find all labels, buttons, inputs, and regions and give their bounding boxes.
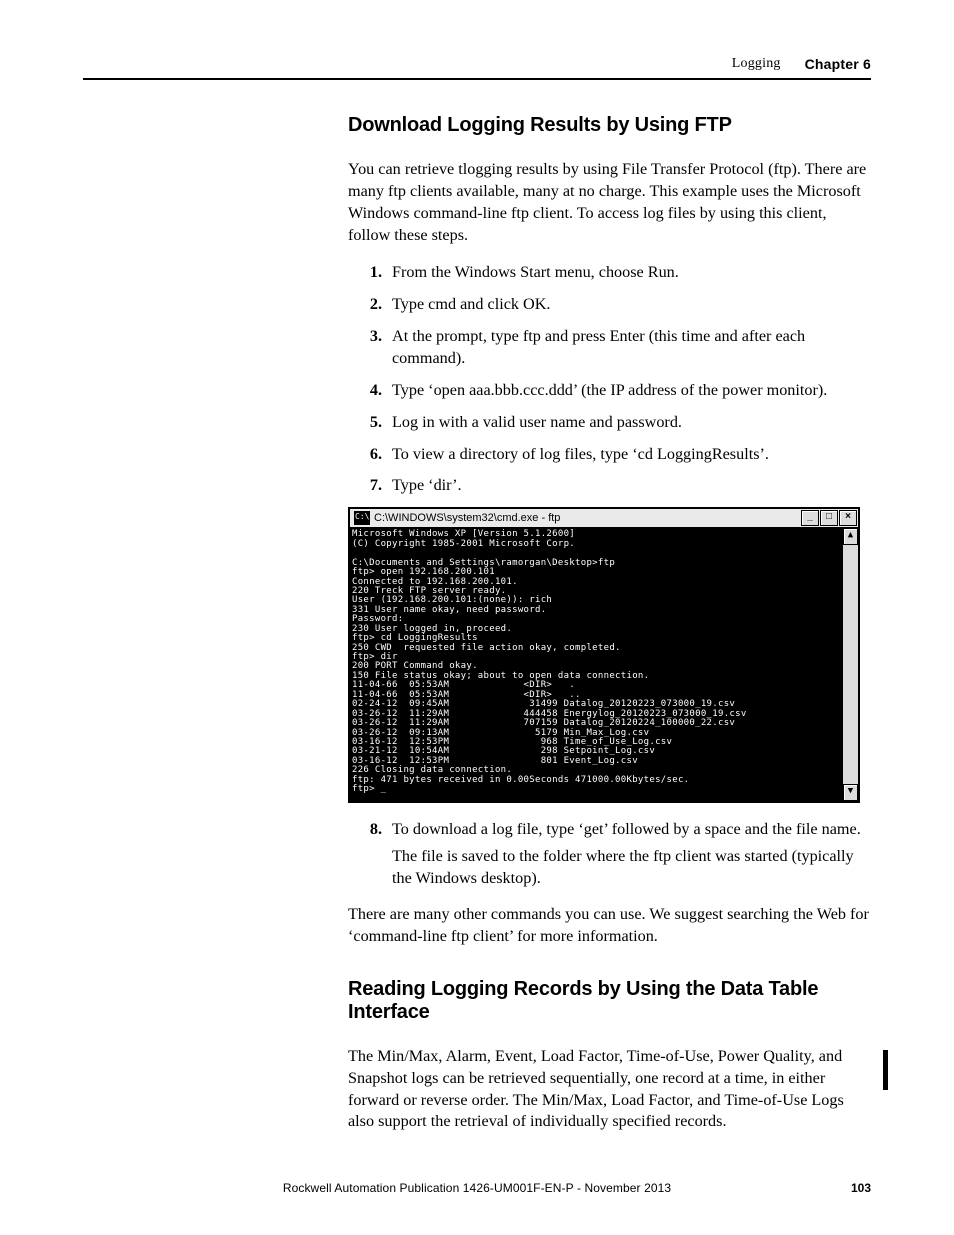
close-button[interactable]: ×	[839, 510, 857, 526]
section-title-datatable: Reading Logging Records by Using the Dat…	[348, 978, 870, 1024]
step-item: To view a directory of log files, type ‘…	[388, 444, 870, 466]
scroll-up-button[interactable]: ▲	[843, 528, 858, 545]
step-item: At the prompt, type ftp and press Enter …	[388, 326, 870, 370]
step-item: Type ‘open aaa.bbb.ccc.ddd’ (the IP addr…	[388, 380, 870, 402]
scroll-down-button[interactable]: ▼	[843, 784, 858, 801]
step8-text: To download a log file, type ‘get’ follo…	[392, 820, 861, 838]
section1-outro: There are many other commands you can us…	[348, 904, 870, 948]
cmd-output: Microsoft Windows XP [Version 5.1.2600] …	[350, 528, 858, 800]
window-controls: _ □ ×	[801, 510, 858, 526]
cmd-app-icon	[354, 511, 370, 525]
header-topic: Logging	[732, 56, 781, 72]
cmd-title: C:\WINDOWS\system32\cmd.exe - ftp	[374, 512, 560, 524]
step-item: Type cmd and click OK.	[388, 294, 870, 316]
publication-id: Rockwell Automation Publication 1426-UM0…	[283, 1181, 671, 1195]
section1-intro: You can retrieve tlogging results by usi…	[348, 159, 870, 246]
cmd-window: C:\WINDOWS\system32\cmd.exe - ftp _ □ × …	[348, 507, 860, 802]
running-header: Logging Chapter 6	[83, 56, 871, 80]
step-item: Type ‘dir’.	[388, 475, 870, 497]
step-item: From the Windows Start menu, choose Run.	[388, 262, 870, 284]
minimize-button[interactable]: _	[801, 510, 819, 526]
section2-body: The Min/Max, Alarm, Event, Load Factor, …	[348, 1046, 870, 1133]
section-title-ftp: Download Logging Results by Using FTP	[348, 114, 870, 137]
maximize-button[interactable]: □	[820, 510, 838, 526]
step-item: Log in with a valid user name and passwo…	[388, 412, 870, 434]
steps-list-b: To download a log file, type ‘get’ follo…	[388, 819, 870, 891]
page-number: 103	[851, 1181, 871, 1195]
cmd-scrollbar[interactable]: ▲ ▼	[842, 528, 858, 800]
header-chapter: Chapter 6	[805, 56, 871, 72]
cmd-titlebar: C:\WINDOWS\system32\cmd.exe - ftp _ □ ×	[350, 509, 858, 528]
steps-list-a: From the Windows Start menu, choose Run.…	[388, 262, 870, 497]
page-footer: Rockwell Automation Publication 1426-UM0…	[83, 1181, 871, 1195]
step-item: To download a log file, type ‘get’ follo…	[388, 819, 870, 891]
step8-note: The file is saved to the folder where th…	[392, 846, 870, 890]
